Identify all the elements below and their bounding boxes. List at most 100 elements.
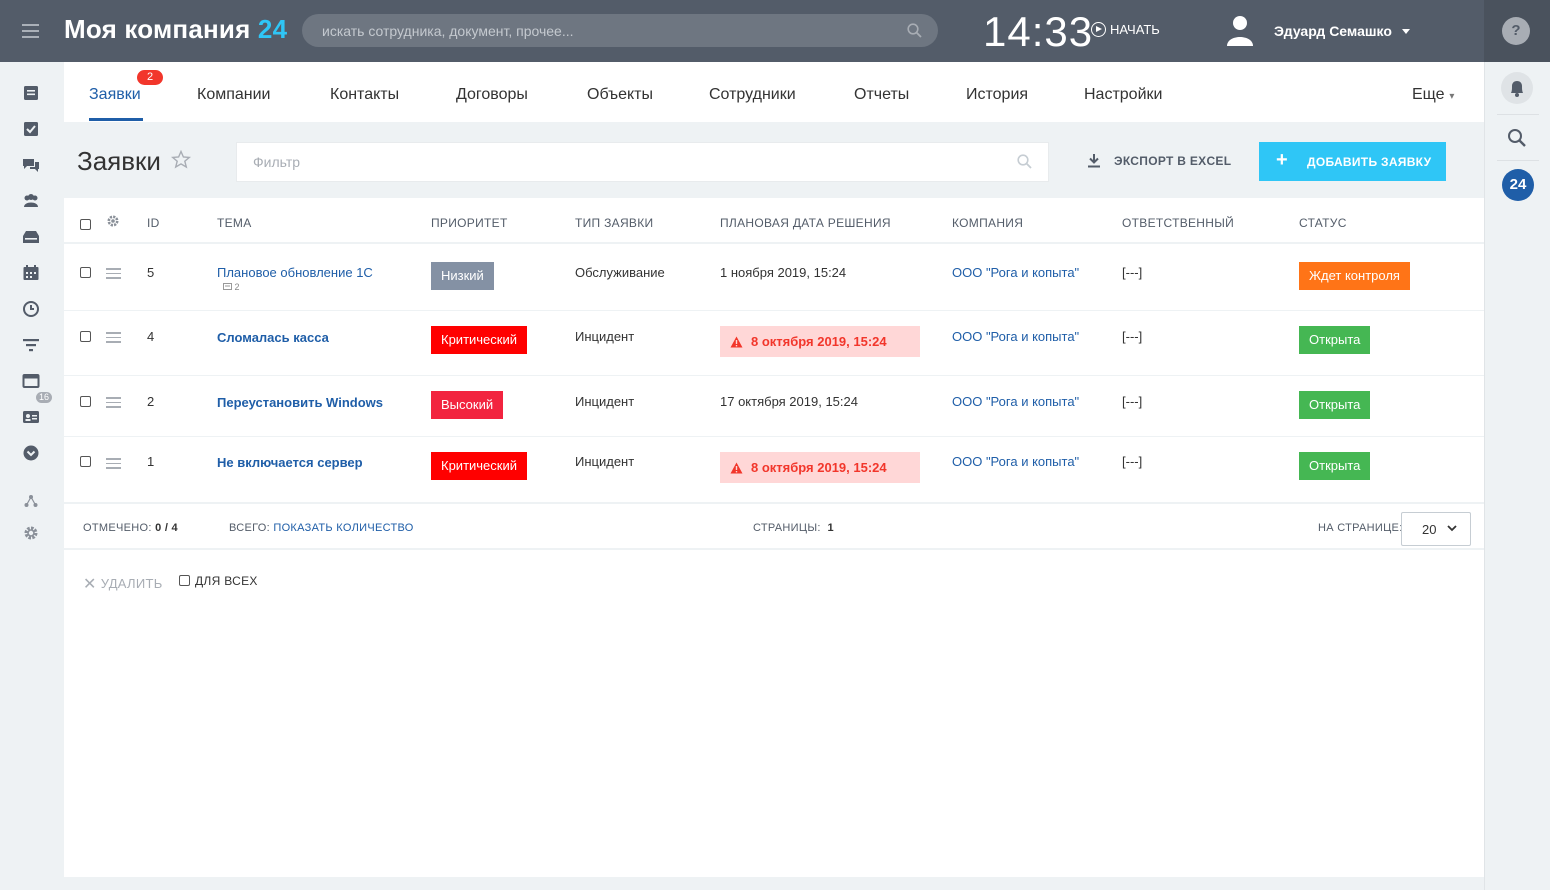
row-menu-icon[interactable]	[106, 332, 121, 346]
tab-badge: 2	[137, 70, 163, 85]
status-badge: Открыта	[1299, 452, 1371, 480]
company-logo[interactable]: Моя компания 24	[64, 14, 287, 45]
status-badge: Открыта	[1299, 326, 1371, 354]
column-header-company[interactable]: КОМПАНИЯ	[952, 216, 1023, 230]
filter-icon[interactable]	[22, 336, 40, 354]
global-search-input[interactable]: искать сотрудника, документ, прочее...	[302, 14, 938, 47]
more-menu[interactable]: Еще ▾	[1412, 86, 1454, 104]
bitrix24-icon[interactable]: 24	[1502, 169, 1534, 201]
group-actions: ✕ УДАЛИТЬ ДЛЯ ВСЕХ	[64, 550, 1484, 612]
row-checkbox[interactable]	[80, 456, 91, 467]
for-all-checkbox[interactable]	[179, 575, 190, 586]
row-checkbox[interactable]	[80, 396, 91, 407]
show-count-link[interactable]: ПОКАЗАТЬ КОЛИЧЕСТВО	[273, 522, 413, 534]
more-chevron-icon[interactable]	[22, 444, 40, 462]
page-number[interactable]: 1	[827, 522, 833, 534]
search-icon[interactable]	[907, 23, 922, 43]
tab-requests[interactable]: Заявки	[89, 86, 141, 104]
company-link[interactable]: ООО "Рога и копыта"	[952, 265, 1079, 280]
chat-icon[interactable]	[22, 156, 40, 174]
divider	[1497, 114, 1539, 115]
priority-badge: Критический	[431, 326, 527, 354]
priority-badge: Высокий	[431, 391, 504, 419]
table-row[interactable]: 1 Не включается сервер Критический Инцид…	[64, 437, 1484, 502]
main-content: Заявки 2 Компании Контакты Договоры Объе…	[64, 62, 1484, 877]
contact-card-icon[interactable]	[22, 408, 40, 426]
selected-label: ОТМЕЧЕНО:	[83, 522, 152, 534]
chevron-down-icon[interactable]	[1402, 29, 1410, 34]
help-icon[interactable]: ?	[1502, 17, 1530, 45]
column-header-id[interactable]: ID	[147, 216, 160, 230]
request-type: Инцидент	[575, 394, 635, 409]
row-menu-icon[interactable]	[106, 458, 121, 472]
column-header-type[interactable]: ТИП ЗАЯВКИ	[575, 216, 653, 230]
drive-icon[interactable]	[22, 228, 40, 246]
for-all-option[interactable]: ДЛЯ ВСЕХ	[179, 574, 258, 588]
request-subject-link[interactable]: Сломалась касса	[217, 330, 329, 345]
company-link[interactable]: ООО "Рога и копыта"	[952, 454, 1079, 469]
table-row[interactable]: 2 Переустановить Windows Высокий Инциден…	[64, 376, 1484, 437]
column-header-subject[interactable]: ТЕМА	[217, 216, 252, 230]
structure-icon[interactable]	[22, 492, 40, 510]
table-row[interactable]: 5 Плановое обновление 1С 2 Низкий Обслуж…	[64, 246, 1484, 311]
delete-button[interactable]: ✕ УДАЛИТЬ	[83, 574, 163, 594]
comments-count: 2	[223, 282, 240, 292]
column-header-responsible[interactable]: ОТВЕТСТВЕННЫЙ	[1122, 216, 1234, 230]
user-name[interactable]: Эдуард Семашко	[1274, 23, 1392, 39]
export-excel-button[interactable]: ЭКСПОРТ В EXCEL	[1088, 154, 1231, 168]
total-label: ВСЕГО:	[229, 522, 271, 534]
tasks-icon[interactable]	[22, 120, 40, 138]
grid-footer: ОТМЕЧЕНО: 0 / 4 ВСЕГО: ПОКАЗАТЬ КОЛИЧЕСТ…	[64, 502, 1484, 550]
company-link[interactable]: ООО "Рога и копыта"	[952, 329, 1079, 344]
tab-companies[interactable]: Компании	[197, 86, 271, 104]
employees-icon[interactable]	[22, 192, 40, 210]
row-menu-icon[interactable]	[106, 397, 121, 411]
play-icon	[1091, 22, 1106, 37]
live-feed-icon[interactable]	[22, 84, 40, 102]
status-badge: Открыта	[1299, 391, 1371, 419]
tab-employees[interactable]: Сотрудники	[709, 86, 796, 104]
comments-count-value: 2	[234, 282, 240, 292]
row-menu-icon[interactable]	[106, 268, 121, 282]
due-date: 17 октября 2019, 15:24	[720, 394, 858, 409]
row-checkbox[interactable]	[80, 267, 91, 278]
tab-settings[interactable]: Настройки	[1084, 86, 1162, 104]
priority-badge: Критический	[431, 452, 527, 480]
tab-contracts[interactable]: Договоры	[456, 86, 528, 104]
tab-contacts[interactable]: Контакты	[330, 86, 399, 104]
due-date: 1 ноября 2019, 15:24	[720, 265, 847, 280]
menu-burger-icon[interactable]	[22, 24, 39, 38]
favorite-star-icon[interactable]	[170, 149, 192, 175]
tab-objects[interactable]: Объекты	[587, 86, 653, 104]
start-workday-button[interactable]: НАЧАТЬ	[1091, 22, 1160, 37]
column-settings-gear-icon[interactable]	[106, 214, 120, 233]
company-name: Моя компания	[64, 14, 251, 44]
notifications-bell-icon[interactable]	[1501, 72, 1533, 104]
tab-reports[interactable]: Отчеты	[854, 86, 909, 104]
row-checkbox[interactable]	[80, 331, 91, 342]
column-header-status[interactable]: СТАТУС	[1299, 216, 1347, 230]
search-icon[interactable]	[1017, 154, 1032, 174]
request-subject-link[interactable]: Не включается сервер	[217, 455, 363, 470]
per-page-select[interactable]: 20	[1401, 512, 1471, 546]
company-link[interactable]: ООО "Рога и копыта"	[952, 394, 1079, 409]
select-all-checkbox[interactable]	[80, 219, 91, 230]
request-subject-link[interactable]: Переустановить Windows	[217, 395, 383, 410]
user-avatar-icon[interactable]	[1226, 14, 1254, 46]
clock: 14:33	[983, 8, 1094, 55]
clock-icon[interactable]	[22, 300, 40, 318]
request-subject-link[interactable]: Плановое обновление 1С	[217, 265, 373, 280]
table-row[interactable]: 4 Сломалась касса Критический Инцидент 8…	[64, 311, 1484, 376]
filter-input[interactable]: Фильтр	[236, 142, 1049, 182]
responsible: [---]	[1122, 454, 1143, 469]
overdue-date: 8 октября 2019, 15:24	[720, 452, 920, 483]
calendar-icon[interactable]	[22, 264, 40, 282]
settings-gear-icon[interactable]	[22, 524, 40, 542]
add-request-button[interactable]: + ДОБАВИТЬ ЗАЯВКУ	[1259, 142, 1446, 181]
priority-badge: Низкий	[431, 262, 494, 290]
window-icon[interactable]	[22, 372, 40, 390]
column-header-priority[interactable]: ПРИОРИТЕТ	[431, 216, 508, 230]
tab-history[interactable]: История	[966, 86, 1028, 104]
search-icon[interactable]	[1507, 128, 1527, 153]
column-header-due-date[interactable]: ПЛАНОВАЯ ДАТА РЕШЕНИЯ	[720, 216, 891, 230]
